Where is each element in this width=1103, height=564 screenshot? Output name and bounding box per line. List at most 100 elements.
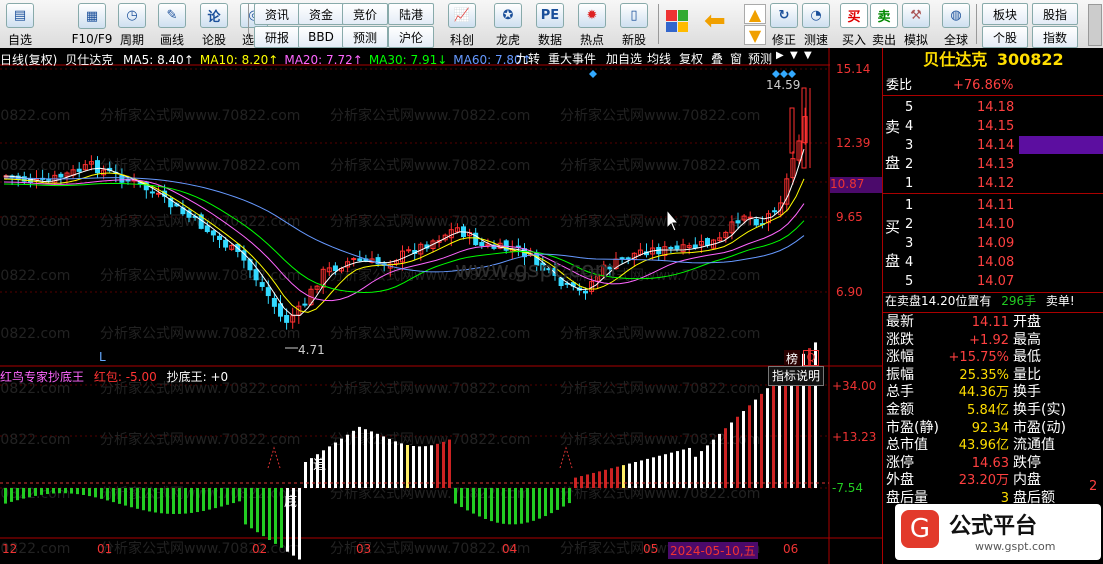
toolbar-button-science[interactable]: 📈 科创 — [442, 0, 482, 48]
toolbar-button-hammer[interactable]: ⚒ 模拟 — [898, 0, 934, 48]
arrow-left-icon[interactable]: ⬅ — [704, 8, 730, 34]
toolbar-button-hot[interactable]: ✹ 热点 — [572, 0, 612, 48]
chart-tool-button[interactable]: 预测 — [748, 50, 772, 66]
buy-price[interactable]: 14.11 — [977, 196, 1014, 215]
indicator-bar — [622, 465, 625, 488]
candle — [619, 257, 625, 260]
indicator-bar — [538, 488, 541, 519]
date-tag: 2024-05-10,五 — [668, 542, 758, 559]
bang-badge[interactable]: 榜 — [784, 350, 800, 366]
order-line: 在卖盘14.20位置有 296手 卖单! — [885, 294, 1075, 308]
quote-value: 23.20万 — [958, 473, 1009, 489]
quote-value: 43.96亿 — [958, 438, 1009, 454]
toolbar-small-button[interactable]: 板块 — [982, 3, 1028, 25]
toolbar-scroll[interactable] — [1088, 4, 1102, 46]
toolbar-small-button[interactable]: 预测 — [342, 26, 388, 48]
toolbar-small-button[interactable]: 资金 — [298, 3, 344, 25]
toolbar-button-sell[interactable]: 卖卖出 — [866, 0, 902, 48]
watermark: 分析家公式网www.70822.com — [560, 380, 760, 397]
indicator-bar — [190, 488, 193, 513]
quote-key: 涨停 — [886, 454, 914, 471]
candle — [668, 246, 674, 249]
clock-icon: ◷ — [118, 3, 146, 28]
candle — [674, 245, 680, 250]
toolbar-button-clock[interactable]: ◷ 周期 — [112, 0, 152, 48]
toolbar-label: 买入 — [841, 33, 866, 47]
sell-price[interactable]: 14.18 — [977, 98, 1014, 117]
indicator-bar — [388, 438, 391, 488]
toolbar-button-globe[interactable]: ◍ 全球 — [938, 0, 974, 48]
chart-tool-button[interactable]: 叠 — [711, 50, 723, 66]
toolbar-button-speed[interactable]: ◔ 测速 — [798, 0, 834, 48]
candle — [271, 297, 277, 307]
globe-icon: ◍ — [942, 3, 970, 28]
chevron-down-icon[interactable]: ▼ — [790, 50, 798, 66]
quote-key-2: 最高 — [1013, 331, 1041, 348]
toolbar-small-button[interactable]: 资讯 — [254, 3, 300, 25]
price-tick: 6.90 — [836, 285, 863, 299]
toolbar-small-button[interactable]: 竞价 — [342, 3, 388, 25]
watermark: 分析家公式网www.70822.com — [0, 107, 70, 124]
sell-price[interactable]: 14.15 — [977, 117, 1014, 136]
quote-value: +15.75% — [948, 350, 1009, 366]
q-badge[interactable]: Q — [803, 350, 819, 366]
chart-tool-button[interactable]: 九转 — [516, 50, 540, 66]
toolbar-button-star-list[interactable]: ▤ 自选 — [0, 0, 40, 48]
indicator-bar — [4, 488, 7, 504]
sell-price[interactable]: 14.13 — [977, 155, 1014, 174]
toolbar-button-pe[interactable]: PE 数据 — [530, 0, 570, 48]
toolbar-button-f10[interactable]: ▦ F10/F9 — [72, 0, 112, 48]
indicator-bar — [466, 488, 469, 511]
sell-level: 4 — [905, 119, 914, 134]
toolbar-small-button[interactable]: BBD — [298, 26, 344, 48]
buy-price[interactable]: 14.09 — [977, 234, 1014, 253]
toolbar-small-button[interactable]: 沪伦 — [388, 26, 434, 48]
watermark: 分析家公式网www.70822.com — [330, 157, 530, 174]
quote-key: 最新 — [886, 314, 914, 330]
sell-price[interactable]: 14.12 — [977, 174, 1014, 193]
toolbar-small-button[interactable]: 指数 — [1032, 26, 1078, 48]
indicator-bar — [532, 488, 535, 521]
toolbar-button-fix[interactable]: ↻ 修正 — [766, 0, 802, 48]
arrow-up-icon[interactable]: ▲ — [744, 4, 766, 24]
indicator-bar — [454, 488, 457, 504]
color-grid-icon[interactable] — [666, 10, 688, 32]
buy-price[interactable]: 14.07 — [977, 272, 1014, 291]
quote-key: 外盘 — [886, 472, 914, 489]
dragon-tiger-icon: ✪ — [494, 3, 522, 28]
indicator-bar — [436, 443, 439, 488]
chart-tool-button[interactable]: 均线 — [647, 50, 671, 66]
chart-tool-button[interactable]: 加自选 — [606, 50, 642, 66]
arrow-down-icon[interactable]: ▼ — [744, 25, 766, 45]
chart-tool-button[interactable]: 窗 — [730, 50, 742, 66]
toolbar-button-pencil[interactable]: ✎ 画线 — [152, 0, 192, 48]
candle — [351, 258, 357, 261]
logo-url: www.gspt.com — [975, 540, 1056, 553]
toolbar-button-new-stock[interactable]: ▯ 新股 — [614, 0, 654, 48]
candle — [46, 178, 52, 181]
kline-chart-area[interactable]: 分析家公式网www.70822.com 分析家公式网www.70822.com 分析… — [0, 48, 882, 564]
toolbar-button-discuss[interactable]: 论论股 — [194, 0, 234, 48]
event-diamond-icon — [589, 70, 597, 78]
indicator-help-button[interactable]: 指标说明 — [768, 366, 825, 386]
toolbar-small-button[interactable]: 股指 — [1032, 3, 1078, 25]
menu-icon[interactable]: ▼ — [804, 50, 812, 66]
toolbar-button-dragon-tiger[interactable]: ✪ 龙虎 — [488, 0, 528, 48]
indicator-bar — [718, 433, 721, 488]
toolbar-small-button[interactable]: 陆港 — [388, 3, 434, 25]
chart-tool-button[interactable]: 复权 — [679, 50, 703, 66]
toolbar-small-button[interactable]: 研报 — [254, 26, 300, 48]
sell-level: 2 — [905, 157, 914, 172]
stock-name: 贝仕达克 — [65, 53, 114, 67]
chart-tool-button[interactable]: 重大事件 — [548, 50, 596, 66]
toolbar-label: 论股 — [201, 33, 226, 47]
watermark: 分析家公式网www.70822.com — [330, 107, 530, 124]
buy-price[interactable]: 14.10 — [977, 215, 1014, 234]
chart-canvas[interactable]: 分析家公式网www.70822.com 分析家公式网www.70822.com 分析… — [0, 48, 882, 564]
buy-price[interactable]: 14.08 — [977, 253, 1014, 272]
sell-price[interactable]: 14.14 — [977, 136, 1014, 155]
toolbar-label: 数据 — [537, 33, 562, 47]
indicator-bar — [22, 488, 25, 499]
chevron-right-icon[interactable]: ▶ — [776, 50, 784, 66]
toolbar-small-button[interactable]: 个股 — [982, 26, 1028, 48]
